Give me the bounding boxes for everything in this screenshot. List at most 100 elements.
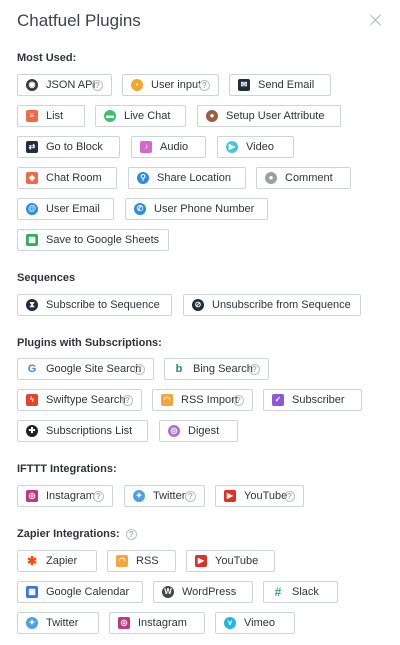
- plugin-zapier-youtube[interactable]: ▶ YouTube: [186, 550, 275, 572]
- plugin-wordpress[interactable]: W WordPress: [153, 581, 253, 603]
- bing-icon: b: [173, 363, 185, 375]
- section-label: Zapier Integrations:: [17, 528, 120, 540]
- audio-icon: ♪: [140, 141, 152, 153]
- plugin-label: Vimeo: [244, 617, 275, 629]
- help-icon[interactable]: ?: [134, 364, 145, 375]
- plugin-label: Google Calendar: [46, 586, 130, 598]
- envelope-icon: ✉: [238, 79, 250, 91]
- subscriber-icon: ✓: [272, 394, 284, 406]
- plugin-comment[interactable]: ● Comment: [256, 167, 351, 189]
- plugin-live-chat[interactable]: ▬ Live Chat: [95, 105, 186, 127]
- google-icon: G: [26, 362, 38, 375]
- plugin-label: User Phone Number: [154, 203, 255, 215]
- subscriptions-list-icon: ✚: [26, 425, 38, 437]
- plugin-label: Slack: [292, 586, 319, 598]
- help-icon[interactable]: ?: [185, 491, 196, 502]
- plugin-label: WordPress: [182, 586, 237, 598]
- plugin-json-api[interactable]: ◉ JSON API ?: [17, 74, 112, 96]
- section-label: IFTTT Integrations:: [17, 463, 117, 475]
- user-attribute-icon: ●: [206, 110, 218, 122]
- plugin-swiftype-search[interactable]: ϟ Swiftype Search ?: [17, 389, 142, 411]
- plugin-rss-import[interactable]: ◠ RSS Import ?: [152, 389, 253, 411]
- rss-icon: ◠: [116, 555, 128, 567]
- plugin-label: JSON API: [46, 79, 96, 91]
- plugin-ifttt-twitter[interactable]: ✦ Twitter ?: [124, 485, 205, 507]
- plugin-label: Comment: [285, 172, 333, 184]
- close-icon[interactable]: [369, 13, 383, 27]
- plugin-zapier-instagram[interactable]: ◎ Instagram: [109, 612, 205, 634]
- plugin-user-phone-number[interactable]: ✆ User Phone Number: [125, 198, 268, 220]
- twitter-icon: ✦: [26, 617, 38, 629]
- plugin-label: Live Chat: [124, 110, 171, 122]
- plugin-label: Bing Search: [193, 363, 253, 375]
- help-icon[interactable]: ?: [92, 80, 103, 91]
- plugin-slack[interactable]: # Slack: [263, 581, 338, 603]
- plugin-zapier-rss[interactable]: ◠ RSS: [107, 550, 176, 572]
- plugin-label: Digest: [188, 425, 220, 437]
- section-label: Most Used:: [17, 52, 77, 64]
- plugin-label: Setup User Attribute: [226, 110, 325, 122]
- instagram-icon: ◎: [118, 617, 130, 629]
- page-title: Chatfuel Plugins: [17, 11, 141, 30]
- plugin-save-to-google-sheets[interactable]: ▦ Save to Google Sheets: [17, 229, 169, 251]
- calendar-icon: ▦: [26, 586, 38, 598]
- plugin-subscribe-to-sequence[interactable]: ⧗ Subscribe to Sequence: [17, 294, 172, 316]
- plugin-label: Twitter: [153, 490, 186, 502]
- user-email-icon: @: [26, 203, 38, 215]
- plugin-label: YouTube: [215, 555, 259, 567]
- plugin-setup-user-attribute[interactable]: ● Setup User Attribute: [197, 105, 341, 127]
- plugin-vimeo[interactable]: v Vimeo: [215, 612, 295, 634]
- plugin-zapier[interactable]: ✱ Zapier: [17, 550, 97, 572]
- unsubscribe-sequence-icon: ⊘: [192, 299, 204, 311]
- plugin-label: Instagram: [46, 490, 95, 502]
- plugin-google-calendar[interactable]: ▦ Google Calendar: [17, 581, 143, 603]
- plugin-share-location[interactable]: ⚲ Share Location: [128, 167, 246, 189]
- phone-icon: ✆: [134, 203, 146, 215]
- plugin-label: List: [46, 110, 64, 122]
- plugin-list[interactable]: ≡ List: [17, 105, 85, 127]
- section-zapier: Zapier Integrations:?: [17, 528, 137, 540]
- plugin-label: Audio: [160, 141, 189, 153]
- plugin-label: Chat Room: [46, 172, 102, 184]
- plugin-zapier-twitter[interactable]: ✦ Twitter: [17, 612, 99, 634]
- section-ifttt: IFTTT Integrations:: [17, 463, 117, 475]
- plugin-ifttt-instagram[interactable]: ◎ Instagram ?: [17, 485, 113, 507]
- help-icon[interactable]: ?: [284, 491, 295, 502]
- plugin-chat-room[interactable]: ◆ Chat Room: [17, 167, 117, 189]
- plugin-subscriptions-list[interactable]: ✚ Subscriptions List: [17, 420, 148, 442]
- plugin-label: RSS: [136, 555, 159, 567]
- plugin-google-site-search[interactable]: G Google Site Search ?: [17, 358, 154, 380]
- plugin-user-input[interactable]: ▪ User input ?: [122, 74, 219, 96]
- chat-bubble-icon: ▬: [104, 110, 116, 122]
- plugin-label: User input: [151, 79, 202, 91]
- help-icon[interactable]: ?: [122, 395, 133, 406]
- rss-icon: ◠: [161, 394, 173, 406]
- plugin-video[interactable]: ▶ Video: [217, 136, 294, 158]
- location-pin-icon: ⚲: [137, 172, 149, 184]
- help-icon[interactable]: ?: [199, 80, 210, 91]
- section-label: Plugins with Subscriptions:: [17, 337, 162, 349]
- plugin-bing-search[interactable]: b Bing Search ?: [164, 358, 269, 380]
- plugin-go-to-block[interactable]: ⇄ Go to Block: [17, 136, 120, 158]
- plugin-label: Subscriber: [292, 394, 345, 406]
- go-to-block-icon: ⇄: [26, 141, 38, 153]
- plugin-subscriber[interactable]: ✓ Subscriber: [263, 389, 362, 411]
- help-icon[interactable]: ?: [249, 364, 260, 375]
- plugin-audio[interactable]: ♪ Audio: [131, 136, 206, 158]
- wordpress-icon: W: [162, 586, 174, 598]
- help-icon[interactable]: ?: [93, 491, 104, 502]
- section-label: Sequences: [17, 272, 76, 284]
- plugin-send-email[interactable]: ✉ Send Email: [229, 74, 331, 96]
- plugin-digest[interactable]: ◎ Digest: [159, 420, 238, 442]
- plugin-label: Google Site Search: [46, 363, 142, 375]
- help-icon[interactable]: ?: [233, 395, 244, 406]
- plugin-ifttt-youtube[interactable]: ▶ YouTube ?: [215, 485, 304, 507]
- instagram-icon: ◎: [26, 490, 38, 502]
- slack-icon: #: [272, 586, 284, 598]
- help-icon[interactable]: ?: [125, 528, 137, 540]
- twitter-icon: ✦: [133, 490, 145, 502]
- plugin-label: Save to Google Sheets: [46, 234, 160, 246]
- vimeo-icon: v: [224, 617, 236, 629]
- plugin-user-email[interactable]: @ User Email: [17, 198, 114, 220]
- plugin-unsubscribe-from-sequence[interactable]: ⊘ Unsubscribe from Sequence: [183, 294, 361, 316]
